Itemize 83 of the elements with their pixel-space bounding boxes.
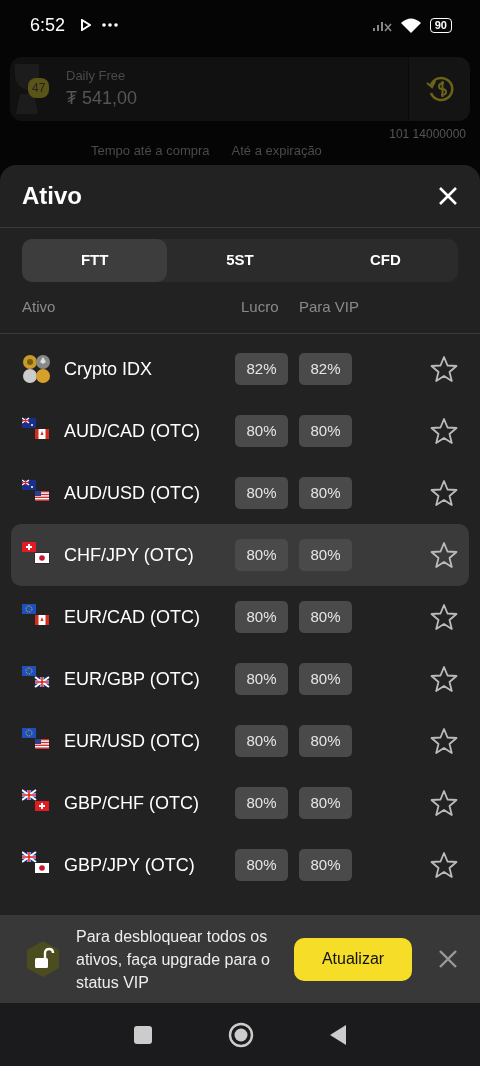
favorite-star[interactable]	[430, 789, 458, 817]
play-icon	[81, 19, 92, 31]
vip-profit-value: 80%	[299, 787, 352, 819]
vip-profit-value: 82%	[299, 353, 352, 385]
profit-value: 80%	[235, 849, 288, 881]
favorite-star[interactable]	[430, 603, 458, 631]
profit-value: 80%	[235, 539, 288, 571]
account-name: Daily Free	[66, 66, 127, 85]
asset-row[interactable]: CHF/JPY (OTC) 80% 80%	[11, 524, 469, 586]
upgrade-button[interactable]: Atualizar	[294, 937, 412, 981]
favorite-star[interactable]	[430, 851, 458, 879]
profit-value: 80%	[235, 477, 288, 509]
favorite-star[interactable]	[430, 355, 458, 383]
vip-profit-value: 80%	[299, 477, 352, 509]
back-icon[interactable]	[328, 1023, 347, 1046]
asset-row[interactable]: GBP/CHF (OTC) 80% 80%	[11, 772, 469, 834]
asset-name: CHF/JPY (OTC)	[64, 543, 195, 567]
favorite-star[interactable]	[430, 665, 458, 693]
favorite-star[interactable]	[430, 541, 458, 569]
asset-name: GBP/CHF (OTC)	[64, 791, 200, 815]
recents-icon[interactable]	[133, 1024, 154, 1045]
crypto-coins-icon	[22, 354, 52, 384]
asset-name: EUR/USD (OTC)	[64, 729, 201, 753]
tab[interactable]: 5ST	[167, 239, 313, 282]
star-icon	[430, 603, 458, 631]
level-badge: 47	[28, 78, 50, 98]
asset-name: EUR/GBP (OTC)	[64, 667, 201, 691]
star-icon	[430, 479, 458, 507]
column-header: Lucro	[241, 297, 280, 318]
sheet-title: Ativo	[22, 181, 82, 211]
vip-profit-value: 80%	[299, 849, 352, 881]
asset-name: GBP/JPY (OTC)	[64, 853, 196, 877]
star-icon	[430, 417, 458, 445]
vip-profit-value: 80%	[299, 725, 352, 757]
asset-row[interactable]: EUR/GBP (OTC) 80% 80%	[11, 648, 469, 710]
balance: ₮ 541,00	[66, 87, 139, 111]
asset-name: EUR/CAD (OTC)	[64, 605, 201, 629]
star-icon	[430, 541, 458, 569]
profit-value: 80%	[235, 601, 288, 633]
vip-profit-value: 80%	[299, 663, 352, 695]
favorite-star[interactable]	[430, 479, 458, 507]
star-icon	[430, 665, 458, 693]
profit-value: 80%	[235, 415, 288, 447]
star-icon	[430, 789, 458, 817]
column-header: Ativo	[22, 297, 57, 318]
profit-value: 80%	[235, 787, 288, 819]
asset-row[interactable]: Crypto IDX 82% 82%	[11, 338, 469, 400]
more-icon	[101, 22, 120, 28]
vip-profit-value: 80%	[299, 539, 352, 571]
column-header: Para VIP	[299, 297, 360, 318]
star-icon	[430, 355, 458, 383]
clock: 6:52	[30, 13, 66, 37]
upgrade-message: Para desbloquear todos os ativos, faça upgrade para o status VIP	[76, 926, 271, 993]
battery-icon: 90	[429, 17, 452, 33]
vip-profit-value: 80%	[299, 601, 352, 633]
dollar-refresh-icon	[424, 74, 455, 104]
home-icon[interactable]	[228, 1021, 254, 1048]
refill-button[interactable]	[408, 57, 470, 121]
asset-name: Crypto IDX	[64, 357, 154, 381]
asset-row[interactable]: EUR/CAD (OTC) 80% 80%	[11, 586, 469, 648]
asset-name: AUD/USD (OTC)	[64, 481, 201, 505]
vip-profit-value: 80%	[299, 415, 352, 447]
star-icon	[430, 851, 458, 879]
tab[interactable]: FTT	[22, 239, 168, 282]
column-label: Tempo até a compra	[91, 142, 210, 160]
star-icon	[430, 727, 458, 755]
favorite-star[interactable]	[430, 727, 458, 755]
asset-row[interactable]: AUD/USD (OTC) 80% 80%	[11, 462, 469, 524]
asset-row[interactable]: AUD/CAD (OTC) 80% 80%	[11, 400, 469, 462]
close-icon	[438, 949, 458, 969]
asset-row[interactable]: EUR/USD (OTC) 80% 80%	[11, 710, 469, 772]
favorite-star[interactable]	[430, 417, 458, 445]
tab[interactable]: CFD	[312, 239, 458, 282]
profit-value: 80%	[235, 725, 288, 757]
lock-icon	[26, 940, 60, 978]
wifi-icon	[399, 17, 422, 33]
column-label: Até a expiração	[231, 142, 322, 160]
asset-row[interactable]: GBP/JPY (OTC) 80% 80%	[11, 834, 469, 896]
counter-text: 101 14000000	[388, 127, 466, 141]
close-icon	[438, 186, 458, 206]
asset-name: AUD/CAD (OTC)	[64, 419, 201, 443]
profit-value: 80%	[235, 663, 288, 695]
profit-value: 82%	[235, 353, 288, 385]
